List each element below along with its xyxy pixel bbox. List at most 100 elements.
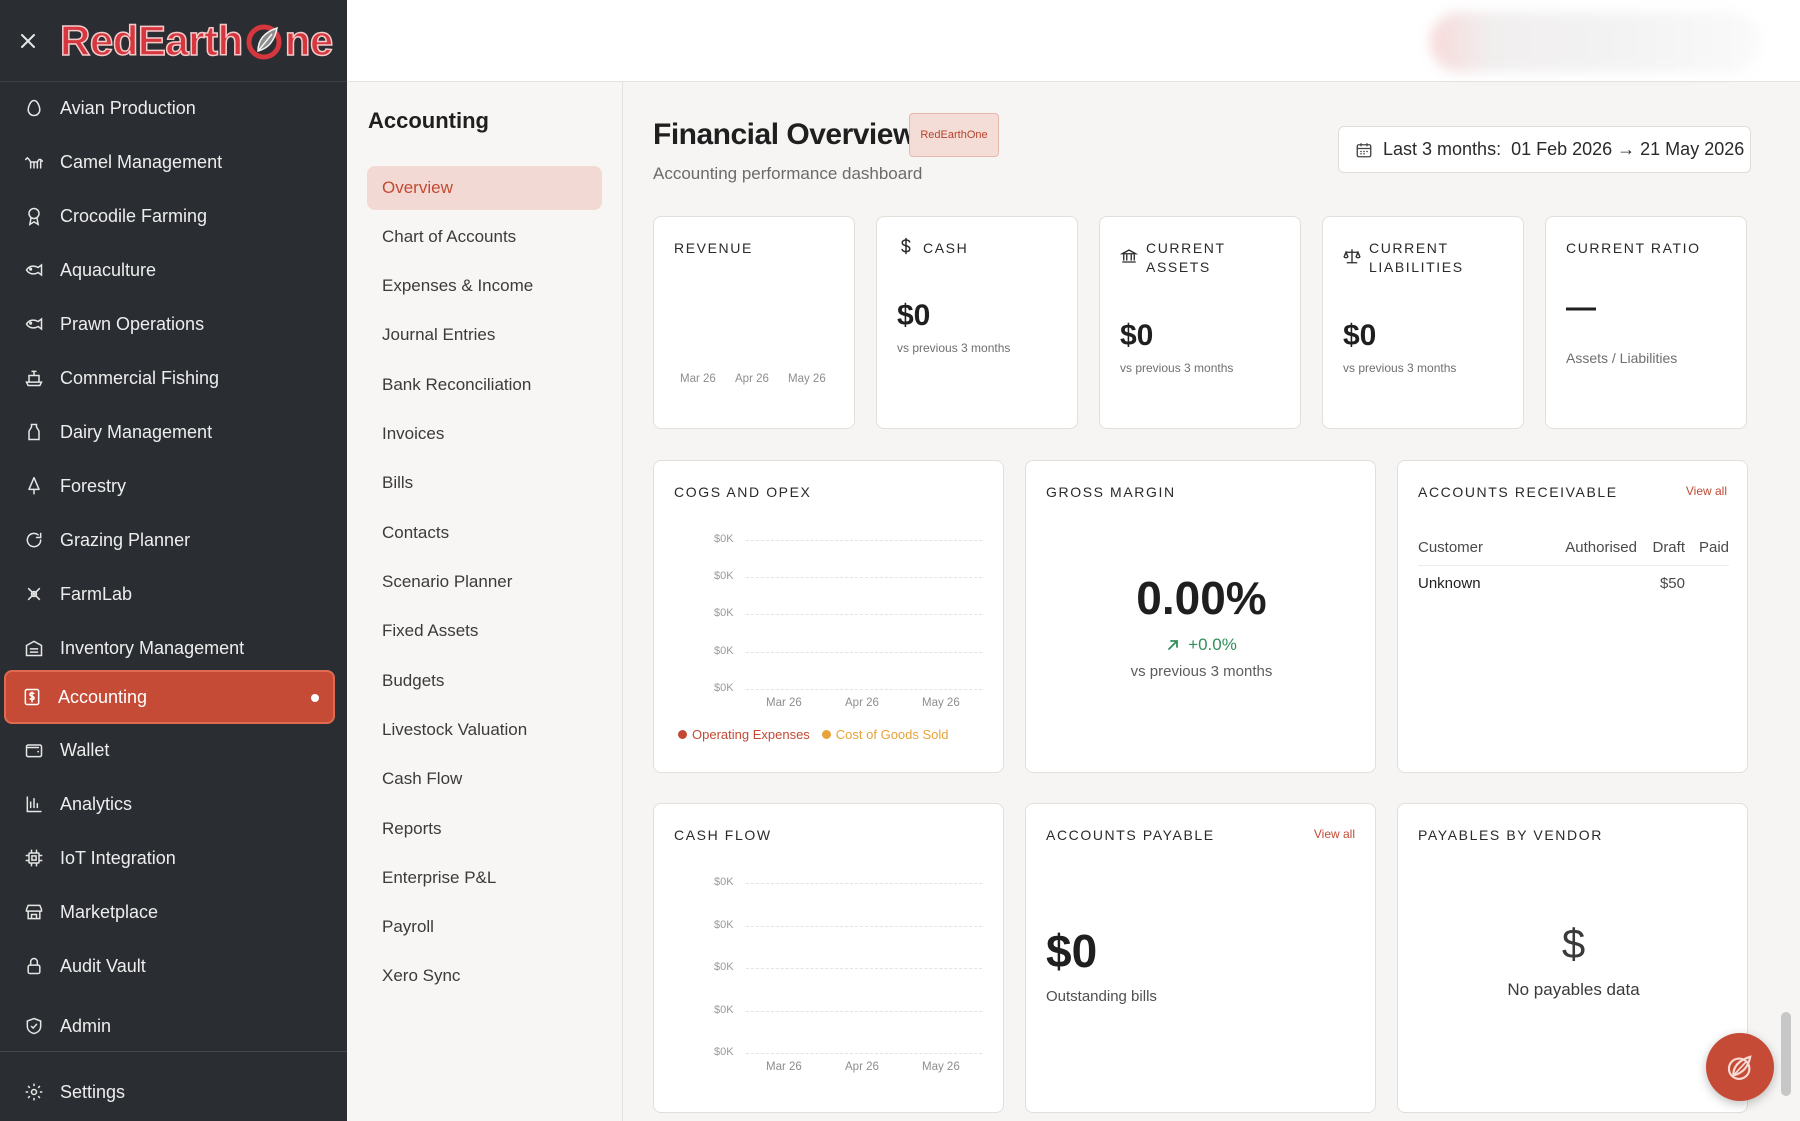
sidebar-item-marketplace[interactable]: Marketplace xyxy=(0,885,347,939)
camel-icon xyxy=(22,150,46,174)
sidebar-item-prawn-operations[interactable]: Prawn Operations xyxy=(0,297,347,351)
sidebar-item-grazing-planner[interactable]: Grazing Planner xyxy=(0,513,347,567)
subnav-item-overview[interactable]: Overview xyxy=(367,166,602,210)
bar-chart-icon xyxy=(22,792,46,816)
logo-text: RedEarth xyxy=(59,16,244,64)
subnav-item-xero-sync[interactable]: Xero Sync xyxy=(367,954,602,998)
user-profile-menu[interactable] xyxy=(1430,12,1760,72)
accounts-payable-card: ACCOUNTS PAYABLE View all $0 Outstanding… xyxy=(1025,803,1376,1113)
subnav-item-expenses-income[interactable]: Expenses & Income xyxy=(367,264,602,308)
sidebar-item-audit-vault[interactable]: Audit Vault xyxy=(0,939,347,993)
subnav-item-chart-of-accounts[interactable]: Chart of Accounts xyxy=(367,215,602,259)
flask-icon xyxy=(22,582,46,606)
legend-swatch xyxy=(678,730,687,739)
award-icon xyxy=(22,204,46,228)
brand-logo[interactable]: RedEarth ne xyxy=(59,16,334,64)
sidebar-header: RedEarth ne xyxy=(0,0,347,82)
card-title-line: LIABILITIES xyxy=(1369,259,1464,275)
gridline xyxy=(746,540,982,541)
sidebar-item-label: Accounting xyxy=(58,686,148,707)
sidebar-item-settings[interactable]: Settings xyxy=(0,1065,347,1119)
sidebar-item-aquaculture[interactable]: Aquaculture xyxy=(0,243,347,297)
sidebar-item-analytics[interactable]: Analytics xyxy=(0,777,347,831)
bank-icon xyxy=(1120,247,1138,265)
gross-margin-comparison: vs previous 3 months xyxy=(1130,663,1273,680)
subnav-item-contacts[interactable]: Contacts xyxy=(367,511,602,555)
x-tick-label: Mar 26 xyxy=(766,1061,802,1073)
gridline xyxy=(746,614,982,615)
dollar-icon xyxy=(897,237,915,255)
delta-text: +0.0% xyxy=(1188,635,1237,654)
subnav-item-bills[interactable]: Bills xyxy=(367,461,602,505)
subnav-item-payroll[interactable]: Payroll xyxy=(367,905,602,949)
sidebar-item-label: Wallet xyxy=(60,739,110,760)
view-all-payables-link[interactable]: View all xyxy=(1314,827,1355,841)
sidebar-item-camel-management[interactable]: Camel Management xyxy=(0,135,347,189)
subnav-item-cash-flow[interactable]: Cash Flow xyxy=(367,757,602,801)
gridline xyxy=(746,968,982,969)
sidebar: RedEarth ne Avian Production Camel Manag… xyxy=(0,0,347,1121)
sidebar-item-wallet[interactable]: Wallet xyxy=(0,723,347,777)
subnav-item-reports[interactable]: Reports xyxy=(367,807,602,851)
customer-cell: Unknown xyxy=(1418,574,1481,592)
card-title: CURRENT ASSETS xyxy=(1146,239,1226,277)
sidebar-item-dairy-management[interactable]: Dairy Management xyxy=(0,405,347,459)
subnav-title: Accounting xyxy=(368,108,489,133)
x-tick-label: May 26 xyxy=(922,697,960,709)
sidebar-item-inventory-management[interactable]: Inventory Management xyxy=(0,621,347,675)
y-tick-label: $0K xyxy=(714,533,734,545)
cash-value: $0 xyxy=(897,299,931,332)
close-icon[interactable] xyxy=(16,29,40,53)
card-title: COGS AND OPEX xyxy=(674,484,812,500)
gross-margin-value: 0.00% xyxy=(1136,572,1267,624)
table-row[interactable]: Unknown $50 xyxy=(1418,565,1729,601)
subnav-item-bank-reconciliation[interactable]: Bank Reconciliation xyxy=(367,363,602,407)
chart-legend: Operating Expenses Cost of Goods Sold xyxy=(678,727,949,742)
sidebar-item-commercial-fishing[interactable]: Commercial Fishing xyxy=(0,351,347,405)
card-title-line: CURRENT xyxy=(1369,240,1449,256)
milk-icon xyxy=(22,420,46,444)
dollar-icon: $ xyxy=(1561,920,1586,967)
subnav-item-enterprise-pl[interactable]: Enterprise P&L xyxy=(367,856,602,900)
sidebar-item-label: FarmLab xyxy=(60,583,133,604)
wallet-icon xyxy=(22,738,46,762)
subnav-item-budgets[interactable]: Budgets xyxy=(367,659,602,703)
gridline xyxy=(746,1053,982,1054)
scrollbar-thumb[interactable] xyxy=(1781,1012,1791,1096)
y-tick-label: $0K xyxy=(714,961,734,973)
subnav-item-invoices[interactable]: Invoices xyxy=(367,412,602,456)
page-title: Financial Overview xyxy=(653,118,916,151)
x-tick-label: May 26 xyxy=(788,373,826,385)
date-range-picker[interactable]: Last 3 months: 01 Feb 2026 → 21 May 2026 xyxy=(1338,126,1751,173)
column-header: Draft xyxy=(1652,539,1685,557)
subnav-item-fixed-assets[interactable]: Fixed Assets xyxy=(367,609,602,653)
card-title: ACCOUNTS PAYABLE xyxy=(1046,827,1215,843)
gridline xyxy=(746,883,982,884)
view-all-receivables-link[interactable]: View all xyxy=(1686,484,1727,498)
accounts-receivable-card: ACCOUNTS RECEIVABLE View all Customer Au… xyxy=(1397,460,1748,773)
payables-value: $0 xyxy=(1046,925,1098,977)
sidebar-item-iot-integration[interactable]: IoT Integration xyxy=(0,831,347,885)
assistant-fab-button[interactable] xyxy=(1706,1033,1774,1101)
page-subtitle: Accounting performance dashboard xyxy=(653,164,923,183)
subnav-item-livestock-valuation[interactable]: Livestock Valuation xyxy=(367,708,602,752)
cash-flow-card: CASH FLOW $0K $0K $0K $0K $0K Mar 26 Apr… xyxy=(653,803,1004,1113)
sidebar-item-crocodile-farming[interactable]: Crocodile Farming xyxy=(0,189,347,243)
sidebar-item-avian-production[interactable]: Avian Production xyxy=(0,81,347,135)
x-tick-label: May 26 xyxy=(922,1061,960,1073)
date-range-value: 01 Feb 2026 → 21 May 2026 xyxy=(1511,139,1745,159)
current-ratio-value: — xyxy=(1566,291,1596,324)
gridline xyxy=(746,652,982,653)
legend-label[interactable]: Operating Expenses xyxy=(692,727,810,742)
sidebar-item-forestry[interactable]: Forestry xyxy=(0,459,347,513)
sidebar-item-label: Prawn Operations xyxy=(60,313,205,334)
sidebar-item-farmlab[interactable]: FarmLab xyxy=(0,567,347,621)
logo-text-tail: ne xyxy=(284,16,334,64)
legend-label[interactable]: Cost of Goods Sold xyxy=(836,727,949,742)
authorised-cell xyxy=(1522,565,1637,601)
subnav-item-journal-entries[interactable]: Journal Entries xyxy=(367,313,602,357)
cash-card: CASH $0 vs previous 3 months xyxy=(876,216,1078,429)
sidebar-item-accounting[interactable]: Accounting xyxy=(4,670,335,724)
sidebar-item-admin[interactable]: Admin xyxy=(0,999,347,1053)
subnav-item-scenario-planner[interactable]: Scenario Planner xyxy=(367,560,602,604)
